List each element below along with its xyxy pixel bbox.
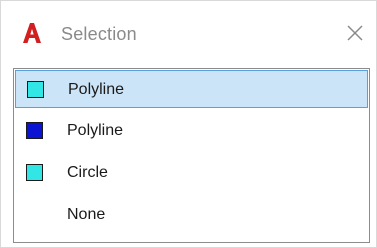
color-swatch-cyan xyxy=(26,164,43,181)
list-item-circle-cyan[interactable]: Circle xyxy=(15,154,368,192)
list-item-polyline-blue[interactable]: Polyline xyxy=(15,112,368,150)
autocad-logo-icon xyxy=(21,22,43,44)
list-item-none[interactable]: None xyxy=(15,196,368,234)
color-swatch-blue xyxy=(26,122,43,139)
close-icon xyxy=(347,25,363,41)
list-item-polyline-cyan[interactable]: Polyline xyxy=(15,70,368,108)
color-swatch-cyan xyxy=(27,81,44,98)
selection-dialog: Selection Polyline Polyline Circle None xyxy=(0,0,377,248)
close-button[interactable] xyxy=(345,23,365,43)
list-item-label: Circle xyxy=(67,164,108,181)
title-bar: Selection xyxy=(1,1,376,61)
list-item-label: Polyline xyxy=(67,122,124,139)
window-title: Selection xyxy=(61,24,137,44)
list-item-label: Polyline xyxy=(68,81,125,98)
selection-list[interactable]: Polyline Polyline Circle None xyxy=(13,68,370,243)
list-item-label: None xyxy=(67,206,106,223)
